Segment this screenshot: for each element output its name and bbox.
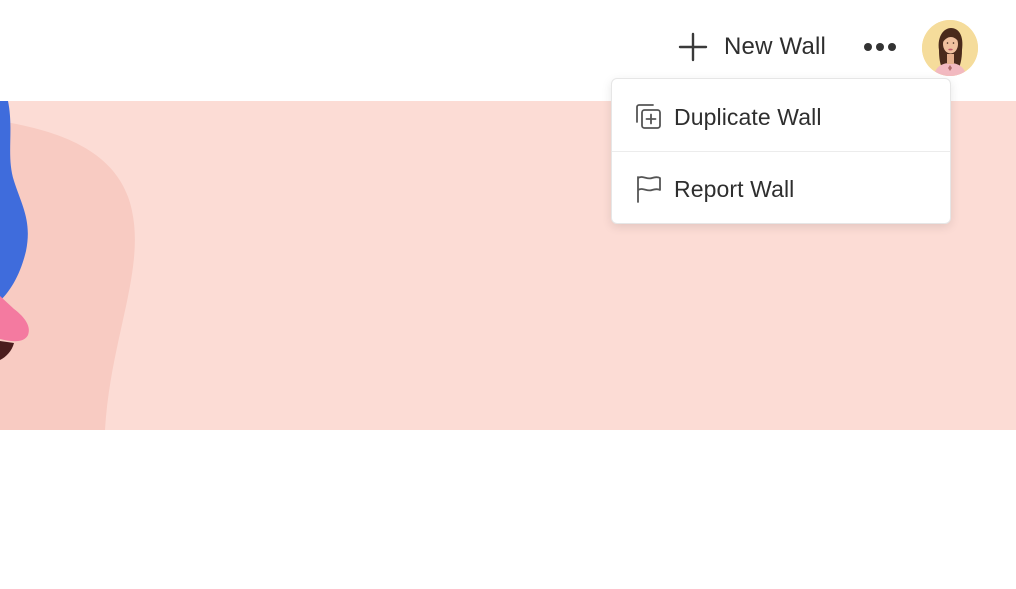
duplicate-icon: [636, 104, 661, 129]
new-wall-label: New Wall: [724, 33, 827, 60]
menu-divider: [612, 151, 950, 152]
page: New Wall Duplicate Wall Report Wall: [0, 0, 1016, 589]
avatar-portrait: [922, 20, 978, 76]
more-options-menu: Duplicate Wall Report Wall: [611, 78, 951, 224]
menu-item-label: Duplicate Wall: [674, 103, 822, 130]
menu-item-duplicate-wall[interactable]: Duplicate Wall: [612, 82, 950, 152]
new-wall-button[interactable]: New Wall: [676, 28, 826, 66]
menu-item-report-wall[interactable]: Report Wall: [612, 154, 950, 224]
user-avatar[interactable]: [922, 20, 978, 76]
flag-icon: [637, 176, 661, 203]
plus-icon: [678, 32, 708, 62]
menu-item-label: Report Wall: [674, 175, 795, 202]
ellipsis-icon: [864, 43, 896, 51]
more-options-button[interactable]: [860, 30, 900, 64]
